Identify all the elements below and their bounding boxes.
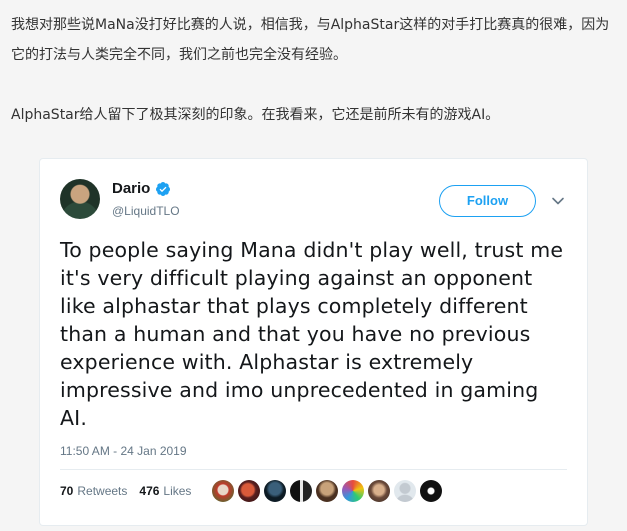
follow-button[interactable]: Follow	[439, 185, 536, 217]
author-display-name[interactable]: Dario	[112, 180, 150, 197]
liker-avatar[interactable]	[394, 480, 416, 502]
verified-badge-icon	[156, 181, 171, 196]
article-text: 我想对那些说MaNa没打好比赛的人说，相信我，与AlphaStar这样的对手打比…	[11, 10, 623, 130]
author-name-row[interactable]: Dario	[112, 180, 171, 197]
article-paragraph-1: 我想对那些说MaNa没打好比赛的人说，相信我，与AlphaStar这样的对手打比…	[11, 17, 610, 63]
article-paragraph-2: AlphaStar给人留下了极其深刻的印象。在我看来，它还是前所未有的游戏AI。	[11, 107, 500, 123]
divider	[60, 469, 567, 470]
avatar[interactable]	[60, 179, 100, 219]
retweets-label: Retweets	[77, 484, 128, 498]
tweet-text: To people saying Mana didn't play well, …	[60, 238, 564, 430]
retweets-count: 70	[60, 484, 74, 498]
liker-avatar[interactable]	[264, 480, 286, 502]
page: 我想对那些说MaNa没打好比赛的人说，相信我，与AlphaStar这样的对手打比…	[0, 0, 627, 531]
likes-stat[interactable]: 476 Likes	[139, 484, 191, 498]
liker-avatar[interactable]	[212, 480, 234, 502]
author-handle[interactable]: @LiquidTLO	[112, 204, 180, 218]
liker-avatar[interactable]	[420, 480, 442, 502]
likes-label: Likes	[163, 484, 192, 498]
chevron-down-icon[interactable]	[551, 194, 565, 208]
retweets-stat[interactable]: 70 Retweets	[60, 484, 127, 498]
liker-avatar[interactable]	[238, 480, 260, 502]
likes-count: 476	[139, 484, 160, 498]
liker-avatar[interactable]	[316, 480, 338, 502]
liker-avatar[interactable]	[368, 480, 390, 502]
liker-avatar[interactable]	[290, 480, 312, 502]
tweet-timestamp[interactable]: 11:50 AM - 24 Jan 2019	[60, 444, 187, 458]
embedded-tweet[interactable]: Dario @LiquidTLO Follow To people saying…	[40, 159, 587, 525]
liker-avatar[interactable]	[342, 480, 364, 502]
tweet-stats: 70 Retweets 476 Likes	[60, 484, 203, 498]
liker-avatars	[212, 480, 446, 502]
